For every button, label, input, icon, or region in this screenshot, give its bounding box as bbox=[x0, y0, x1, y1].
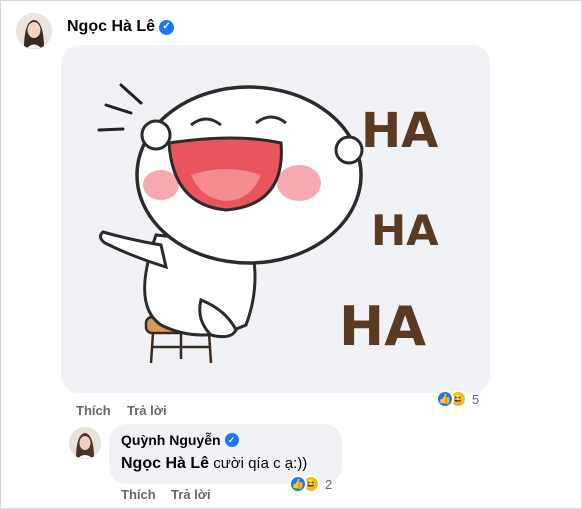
reply-author[interactable]: Quỳnh Nguyễn ✓ bbox=[121, 432, 239, 448]
comment-author-name[interactable]: Ngọc Hà Lê bbox=[67, 18, 155, 36]
sticker-attachment[interactable]: HA HA HA bbox=[61, 45, 490, 393]
reaction-count: 5 bbox=[472, 391, 480, 407]
reply-reaction-count: 2 bbox=[325, 476, 333, 492]
like-link[interactable]: Thích bbox=[76, 403, 111, 418]
mention-link[interactable]: Ngọc Hà Lê bbox=[121, 455, 209, 472]
motion-lines bbox=[97, 83, 143, 132]
reply-avatar-photo bbox=[69, 427, 101, 459]
reactions-summary[interactable]: 👍 😆 5 bbox=[436, 390, 479, 408]
reply-reactions-summary[interactable]: 👍 😆 2 bbox=[289, 475, 332, 493]
avatar[interactable] bbox=[16, 13, 52, 49]
comment-author[interactable]: Ngọc Hà Lê ✓ bbox=[67, 18, 175, 36]
like-reaction-icon: 👍 bbox=[289, 475, 307, 493]
verified-badge-icon: ✓ bbox=[159, 19, 175, 35]
reply-reply-link[interactable]: Trả lời bbox=[171, 487, 211, 502]
reply-link[interactable]: Trả lời bbox=[127, 403, 167, 418]
haha-text-2: HA bbox=[371, 206, 439, 255]
like-reaction-icon: 👍 bbox=[436, 390, 454, 408]
haha-text-1: HA bbox=[361, 103, 438, 159]
reply-avatar[interactable] bbox=[69, 427, 101, 459]
verified-badge-icon: ✓ bbox=[224, 433, 239, 447]
comment-thread: Ngọc Hà Lê ✓ HA HA HA Thích Trả lời 👍 😆 … bbox=[0, 0, 582, 509]
laughing-bear-sticker: HA HA HA bbox=[97, 83, 439, 364]
reply-author-name[interactable]: Quỳnh Nguyễn bbox=[121, 432, 221, 448]
reply-text: Ngọc Hà Lê cười qía c ạ:)) bbox=[121, 455, 307, 473]
reply-message: cười qía c ạ:)) bbox=[213, 455, 308, 472]
reply-like-link[interactable]: Thích bbox=[121, 487, 156, 502]
avatar-photo bbox=[16, 13, 52, 49]
haha-text-3: HA bbox=[339, 295, 426, 358]
